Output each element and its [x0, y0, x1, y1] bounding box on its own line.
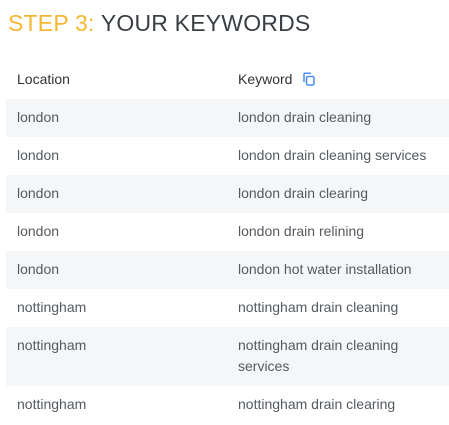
column-header-keyword: Keyword: [238, 59, 449, 99]
table-row: london london drain cleaning: [6, 99, 449, 137]
column-label-location: Location: [17, 71, 70, 87]
table-row: london london drain relining: [6, 213, 449, 251]
table-header-row: Location Keyword: [6, 59, 449, 99]
location-cell: london: [6, 251, 238, 289]
location-cell: nottingham: [6, 289, 238, 327]
step-heading: STEP 3: YOUR KEYWORDS: [8, 6, 310, 40]
keyword-cell: london drain clearing: [238, 175, 449, 213]
table-row: nottingham nottingham drain clearing: [6, 386, 449, 424]
column-label-keyword: Keyword: [238, 71, 293, 87]
location-cell: london: [6, 99, 238, 137]
keyword-cell: london drain cleaning services: [238, 137, 449, 175]
keyword-cell: nottingham drain cleaning: [238, 289, 449, 327]
keywords-table: Location Keyword london london drain cle…: [6, 59, 449, 424]
keyword-cell: london hot water installation: [238, 251, 449, 289]
table-row: nottingham nottingham drain cleaning: [6, 289, 449, 327]
keyword-cell: london drain cleaning: [238, 99, 449, 137]
location-cell: nottingham: [6, 327, 238, 386]
table-row: nottingham nottingham drain cleaning ser…: [6, 327, 449, 386]
keyword-cell: nottingham drain clearing: [238, 386, 449, 424]
location-cell: london: [6, 137, 238, 175]
step-title: YOUR KEYWORDS: [100, 10, 311, 36]
table-row: london london drain clearing: [6, 175, 449, 213]
location-cell: london: [6, 213, 238, 251]
column-header-location: Location: [6, 59, 238, 99]
table-row: london london hot water installation: [6, 251, 449, 289]
table-row: london london drain cleaning services: [6, 137, 449, 175]
location-cell: nottingham: [6, 386, 238, 424]
location-cell: london: [6, 175, 238, 213]
keywords-panel: STEP 3: YOUR KEYWORDS Location Keyword l…: [0, 0, 449, 425]
keyword-cell: london drain relining: [238, 213, 449, 251]
step-number: STEP 3:: [8, 10, 95, 36]
keyword-cell: nottingham drain cleaning services: [238, 327, 449, 386]
copy-icon[interactable]: [302, 72, 316, 86]
